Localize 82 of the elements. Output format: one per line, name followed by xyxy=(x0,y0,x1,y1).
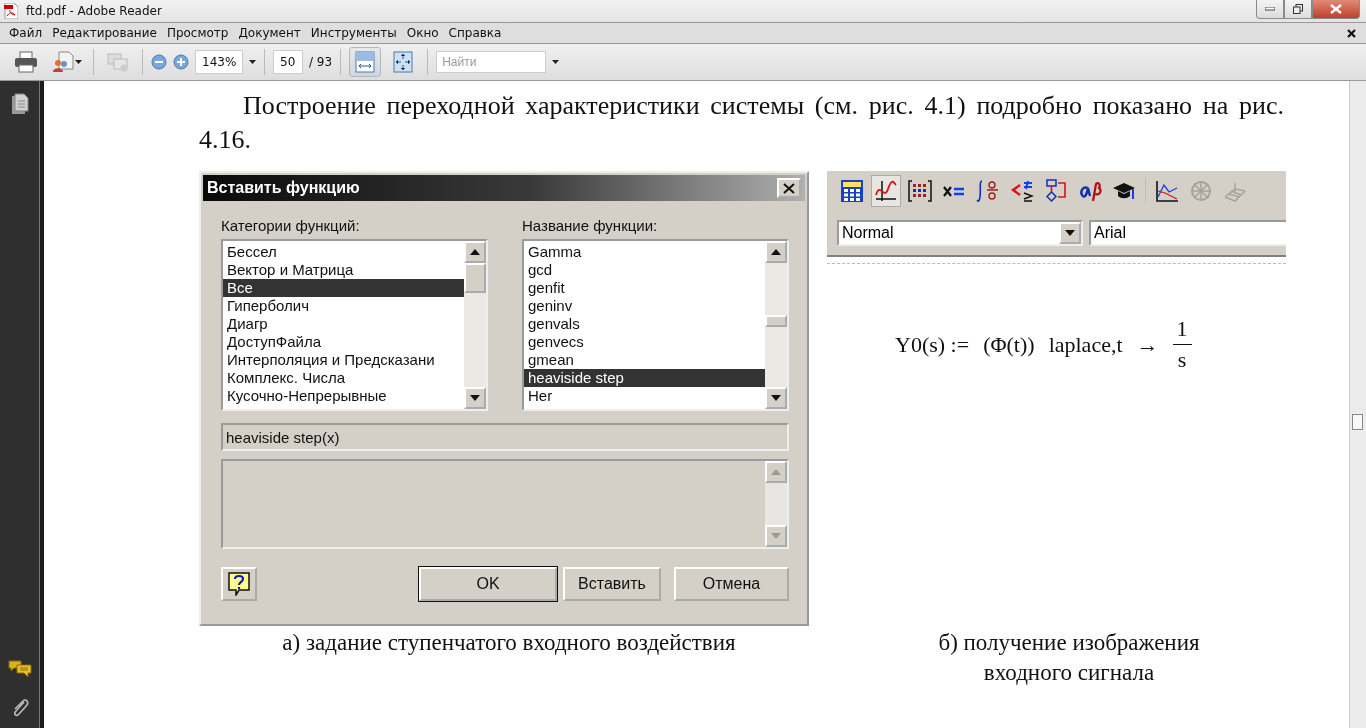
fraction-numerator: 1 xyxy=(1172,314,1192,345)
dialog-button[interactable]: Отмена xyxy=(674,567,789,601)
list-box[interactable]: Бессел Вектор и Матрица Все Гиперболич Диагр ДоступФайла Интерполяция и Предсказани Комплекс. Числа Кусочно-Непрерывные xyxy=(221,239,488,411)
help-button[interactable] xyxy=(221,567,257,601)
scrollbar[interactable] xyxy=(765,241,787,409)
up-arrow-icon xyxy=(771,469,781,475)
font-field[interactable]: Arial xyxy=(1089,220,1286,246)
search-field[interactable]: Найти xyxy=(436,51,547,73)
menu-item[interactable]: Окно xyxy=(401,26,444,40)
scroll-button[interactable] xyxy=(765,241,787,263)
menu-item[interactable]: Редактирование xyxy=(47,26,162,40)
list-item[interactable]: ДоступФайла xyxy=(223,333,464,351)
scroll-button[interactable] xyxy=(464,387,486,409)
list-item[interactable]: Комплекс. Числа xyxy=(223,369,464,387)
menu-item[interactable]: Инструменты xyxy=(305,26,402,40)
caret-icon xyxy=(552,60,560,64)
pdf-file-icon xyxy=(4,3,18,19)
list-item[interactable]: Вектор и Матрица xyxy=(223,261,464,279)
list-item[interactable]: Her xyxy=(524,387,765,405)
list-item[interactable]: Гиперболич xyxy=(223,297,464,315)
pages-icon[interactable] xyxy=(10,93,29,115)
dropdown-button[interactable] xyxy=(1059,222,1081,244)
scroll-thumb[interactable] xyxy=(1352,414,1363,430)
list-item[interactable]: geninv xyxy=(524,297,765,315)
list-item[interactable]: heaviside step xyxy=(524,369,765,387)
paragraph: Построение переходной характеристики системы (см. рис. 4.1) подробно показано на рис. 4.16. xyxy=(199,90,1284,156)
fraction-denominator: s xyxy=(1177,346,1187,374)
figure-caption: а) задание ступенчатого входного воздействия xyxy=(281,629,737,657)
scrollbar[interactable] xyxy=(1349,81,1366,728)
dialog-button[interactable]: Вставить xyxy=(563,567,661,601)
list-item[interactable]: genfit xyxy=(524,279,765,297)
down-arrow-icon xyxy=(771,395,781,401)
zoom-in-icon[interactable] xyxy=(173,54,189,70)
caret-icon xyxy=(249,60,256,64)
window-title: ftd.pdf - Adobe Reader xyxy=(26,4,162,18)
scrollbar[interactable] xyxy=(464,241,486,409)
formula-text: Y0(s) := xyxy=(895,331,970,358)
style-dropdown[interactable]: Normal xyxy=(837,220,1083,246)
scroll-button[interactable] xyxy=(464,241,486,263)
list-label: Категории функций: xyxy=(221,217,361,234)
figure-caption: б) получение изображения входного сигнала xyxy=(937,629,1201,687)
formula-text: (Φ(t)) xyxy=(983,331,1035,358)
restore-button[interactable] xyxy=(1284,0,1312,19)
list-label: Название функции: xyxy=(522,217,659,234)
graph-icon[interactable] xyxy=(871,175,901,207)
list-item[interactable]: Интерполяция и Предсказани xyxy=(223,351,464,369)
list-item[interactable]: Кусочно-Непрерывные xyxy=(223,387,464,405)
list-box[interactable]: Gamma gcd genfit geninv genvals genvecs gmean heaviside step Her xyxy=(522,239,789,411)
formula-text: laplace,t xyxy=(1048,331,1123,358)
down-arrow-icon xyxy=(771,533,781,539)
menu-item[interactable]: Просмотр xyxy=(161,26,234,40)
close-icon xyxy=(783,182,795,194)
minimize-icon xyxy=(1265,7,1275,11)
list-item[interactable]: Все xyxy=(223,279,464,297)
ok-button[interactable]: OK xyxy=(419,567,557,601)
down-arrow-icon xyxy=(1065,230,1075,236)
dialog-title: Вставить функцию xyxy=(207,179,360,197)
list-item[interactable]: Бессел xyxy=(223,243,464,261)
list-item[interactable]: Диагр xyxy=(223,315,464,333)
restore-icon xyxy=(1293,4,1303,14)
caret-icon xyxy=(75,60,82,64)
scroll-button[interactable] xyxy=(765,387,787,409)
list-item[interactable]: gcd xyxy=(524,261,765,279)
function-signature: heaviside step(x) xyxy=(221,423,789,451)
up-arrow-icon xyxy=(771,249,781,255)
zoom-out-icon[interactable] xyxy=(151,54,167,70)
page-count: / 93 xyxy=(309,55,333,69)
up-arrow-icon xyxy=(470,249,480,255)
list-item[interactable]: Gamma xyxy=(524,243,765,261)
list-item[interactable]: genvecs xyxy=(524,333,765,351)
comments-icon[interactable] xyxy=(7,660,32,678)
menu-item[interactable]: Справка xyxy=(443,26,507,40)
close-icon[interactable] xyxy=(1347,28,1356,38)
menu-item[interactable]: Документ xyxy=(233,26,306,40)
down-arrow-icon xyxy=(470,395,480,401)
list-item[interactable]: genvals xyxy=(524,315,765,333)
list-item[interactable]: gmean xyxy=(524,351,765,369)
formula-text: → xyxy=(1136,331,1159,358)
close-icon xyxy=(1330,4,1342,14)
menu-item[interactable]: Файл xyxy=(4,26,48,40)
zoom-field[interactable]: 143% xyxy=(195,50,243,74)
page-field[interactable]: 50 xyxy=(273,50,303,74)
